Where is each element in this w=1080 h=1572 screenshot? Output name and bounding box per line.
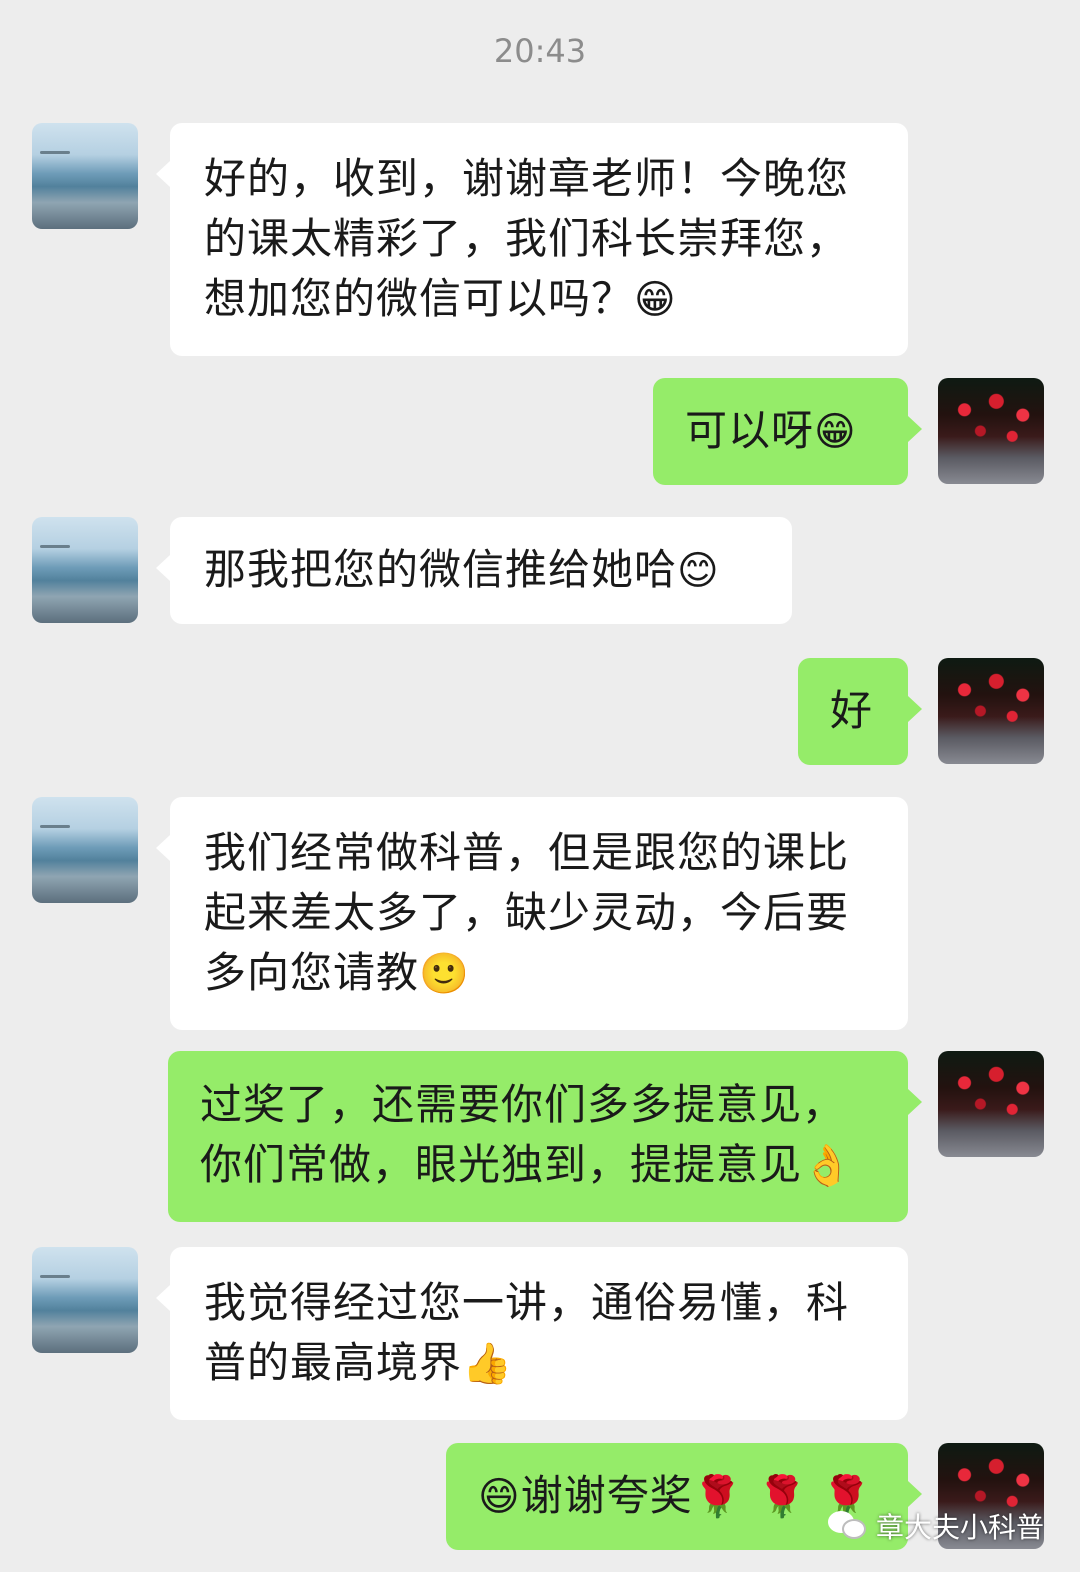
watermark-text: 章大夫小科普 bbox=[875, 1511, 1044, 1544]
message-text: 我觉得经过您一讲，通俗易懂，科普的最高境界 bbox=[204, 1278, 850, 1387]
grin-emoji-icon: 😁 bbox=[634, 277, 677, 323]
message-text: 好 bbox=[830, 686, 874, 735]
wechat-icon bbox=[827, 1509, 868, 1543]
ok-hand-emoji-icon: 👌 bbox=[802, 1143, 853, 1189]
message-text: 那我把您的微信推给她哈 bbox=[204, 545, 678, 594]
contact-avatar[interactable] bbox=[32, 1247, 138, 1353]
message-bubble-outgoing[interactable]: 过奖了，还需要你们多多提意见，你们常做，眼光独到，提提意见👌 bbox=[168, 1051, 922, 1222]
message-bubble-incoming[interactable]: 我们经常做科普，但是跟您的课比起来差太多了，缺少灵动，今后要多向您请教🙂 bbox=[156, 797, 908, 1030]
thumbs-up-emoji-icon: 👍 bbox=[462, 1341, 513, 1387]
slight-smile-emoji-icon: 🙂 bbox=[419, 951, 470, 997]
message-text: 谢谢夸奖 bbox=[520, 1471, 693, 1520]
contact-avatar[interactable] bbox=[32, 517, 138, 623]
message-bubble-outgoing[interactable]: 好 bbox=[798, 658, 922, 765]
my-avatar[interactable] bbox=[938, 1051, 1044, 1157]
message-text: 好的，收到，谢谢章老师！今晚您的课太精彩了，我们科长崇拜您，想加您的微信可以吗？ bbox=[204, 154, 850, 323]
grin-emoji-icon: 😄 bbox=[478, 1474, 521, 1520]
contact-avatar[interactable] bbox=[32, 797, 138, 903]
contact-avatar[interactable] bbox=[32, 123, 138, 229]
grin-emoji-icon: 😁 bbox=[814, 409, 857, 455]
message-bubble-incoming[interactable]: 我觉得经过您一讲，通俗易懂，科普的最高境界👍 bbox=[156, 1247, 908, 1420]
smile-emoji-icon: 😊 bbox=[677, 548, 720, 594]
message-text: 可以呀 bbox=[685, 406, 815, 455]
my-avatar[interactable] bbox=[938, 378, 1044, 484]
message-text: 我们经常做科普，但是跟您的课比起来差太多了，缺少灵动，今后要多向您请教 bbox=[204, 828, 850, 997]
my-avatar[interactable] bbox=[938, 658, 1044, 764]
watermark: 章大夫小科普 bbox=[827, 1506, 1044, 1546]
message-bubble-incoming[interactable]: 好的，收到，谢谢章老师！今晚您的课太精彩了，我们科长崇拜您，想加您的微信可以吗？… bbox=[156, 123, 908, 356]
message-bubble-incoming[interactable]: 那我把您的微信推给她哈😊 bbox=[156, 517, 792, 624]
timestamp: 20:43 bbox=[493, 32, 587, 70]
message-bubble-outgoing[interactable]: 可以呀😁 bbox=[653, 378, 922, 485]
message-text: 过奖了，还需要你们多多提意见，你们常做，眼光独到，提提意见 bbox=[200, 1080, 846, 1189]
